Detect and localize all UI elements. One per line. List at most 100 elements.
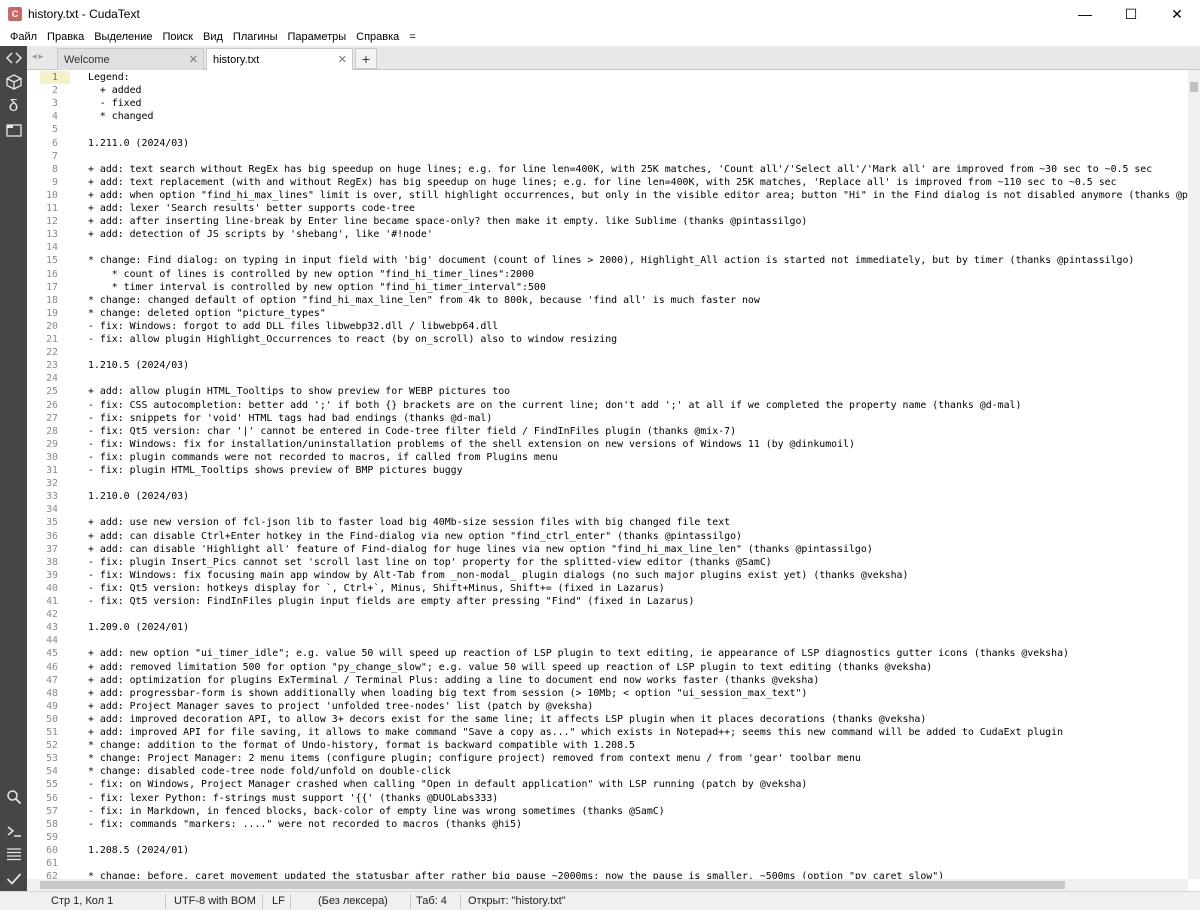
editor[interactable]: 1 Legend: 2 + added 3 - fixed 4 * changed 5 6 1… — [27, 70, 1188, 879]
tab-close-icon[interactable]: ✕ — [189, 53, 198, 66]
editor-line[interactable]: 32 — [27, 477, 1188, 490]
tab-scroll-arrows-icon[interactable]: ◂▸ — [32, 51, 45, 62]
close-button[interactable]: ✕ — [1154, 0, 1200, 28]
menu-help[interactable]: Справка — [351, 31, 404, 43]
menu-view[interactable]: Вид — [198, 31, 228, 43]
editor-line[interactable]: 17 * timer interval is controlled by new… — [27, 281, 1188, 294]
editor-line[interactable]: 39 - fix: Windows: fix focusing main app … — [27, 569, 1188, 582]
horizontal-scrollbar[interactable] — [27, 879, 1188, 891]
lexer-status[interactable]: (Без лексера) — [318, 895, 388, 907]
snippets-icon[interactable]: δ — [4, 96, 23, 115]
editor-line[interactable]: 28 - fix: Qt5 version: char '|' cannot be… — [27, 425, 1188, 438]
editor-line[interactable]: 20 - fix: Windows: forgot to add DLL file… — [27, 320, 1188, 333]
editor-line[interactable]: 15 * change: Find dialog: on typing in in… — [27, 254, 1188, 267]
editor-line[interactable]: 43 1.209.0 (2024/01) — [27, 621, 1188, 634]
editor-line[interactable]: 30 - fix: plugin commands were not record… — [27, 451, 1188, 464]
editor-line[interactable]: 37 + add: can disable 'Highlight all' fea… — [27, 543, 1188, 556]
editor-line[interactable]: 24 — [27, 372, 1188, 385]
menu-bar: Файл Правка Выделение Поиск Вид Плагины … — [0, 28, 1200, 46]
editor-line[interactable]: 44 — [27, 634, 1188, 647]
encoding-status[interactable]: UTF-8 with BOM — [174, 895, 256, 907]
editor-line[interactable]: 10 + add: when option "find_hi_max_lines"… — [27, 189, 1188, 202]
editor-line[interactable]: 53 * change: Project Manager: 2 menu item… — [27, 752, 1188, 765]
editor-line[interactable]: 7 — [27, 150, 1188, 163]
console-icon[interactable] — [4, 821, 23, 840]
editor-line[interactable]: 12 + add: after inserting line-break by E… — [27, 215, 1188, 228]
editor-line[interactable]: 3 - fixed — [27, 97, 1188, 110]
editor-line[interactable]: 59 — [27, 831, 1188, 844]
tabs-list-icon[interactable] — [4, 120, 23, 139]
vertical-scrollbar-thumb[interactable] — [1190, 82, 1198, 92]
editor-line[interactable]: 35 + add: use new version of fcl-json lib… — [27, 516, 1188, 529]
menu-file[interactable]: Файл — [5, 31, 42, 43]
editor-line[interactable]: 18 * change: changed default of option "f… — [27, 294, 1188, 307]
menu-search[interactable]: Поиск — [158, 31, 198, 43]
editor-line[interactable]: 1 Legend: — [27, 71, 1188, 84]
editor-line[interactable]: 23 1.210.5 (2024/03) — [27, 359, 1188, 372]
editor-line[interactable]: 6 1.211.0 (2024/03) — [27, 137, 1188, 150]
editor-line[interactable]: 25 + add: allow plugin HTML_Tooltips to s… — [27, 385, 1188, 398]
editor-line[interactable]: 36 + add: can disable Ctrl+Enter hotkey i… — [27, 530, 1188, 543]
editor-line[interactable]: 38 - fix: plugin Insert_Pics cannot set '… — [27, 556, 1188, 569]
tab-welcome[interactable]: Welcome ✕ — [57, 48, 204, 70]
editor-line[interactable]: 34 — [27, 503, 1188, 516]
editor-line[interactable]: 16 * count of lines is controlled by new… — [27, 268, 1188, 281]
editor-line[interactable]: 21 - fix: allow plugin Highlight_Occurren… — [27, 333, 1188, 346]
minimize-button[interactable]: — — [1062, 0, 1108, 28]
editor-line[interactable]: 31 - fix: plugin HTML_Tooltips shows prev… — [27, 464, 1188, 477]
menu-edit[interactable]: Правка — [42, 31, 89, 43]
vertical-scrollbar[interactable] — [1188, 70, 1200, 879]
caret-position[interactable]: Стр 1, Кол 1 — [51, 895, 113, 907]
output-icon[interactable] — [4, 844, 23, 863]
editor-line[interactable]: 11 + add: lexer 'Search results' better s… — [27, 202, 1188, 215]
editor-line[interactable]: 46 + add: removed limitation 500 for opti… — [27, 661, 1188, 674]
tab-history[interactable]: history.txt ✕ — [206, 48, 353, 71]
editor-line[interactable]: 51 + add: improved API for file saving, i… — [27, 726, 1188, 739]
maximize-button[interactable]: ☐ — [1108, 0, 1154, 28]
editor-line[interactable]: 49 + add: Project Manager saves to projec… — [27, 700, 1188, 713]
editor-line[interactable]: 41 - fix: Qt5 version: FindInFiles plugin… — [27, 595, 1188, 608]
menu-plugins[interactable]: Плагины — [228, 31, 283, 43]
validate-icon[interactable] — [4, 869, 23, 888]
search-icon[interactable] — [4, 787, 23, 806]
horizontal-scrollbar-thumb[interactable] — [40, 881, 1065, 889]
editor-line[interactable]: 4 * changed — [27, 110, 1188, 123]
editor-line[interactable]: 2 + added — [27, 84, 1188, 97]
editor-line[interactable]: 55 - fix: on Windows, Project Manager cra… — [27, 778, 1188, 791]
editor-line[interactable]: 13 + add: detection of JS scripts by 'she… — [27, 228, 1188, 241]
editor-line[interactable]: 22 — [27, 346, 1188, 359]
editor-line[interactable]: 40 - fix: Qt5 version: hotkeys display fo… — [27, 582, 1188, 595]
tab-close-icon[interactable]: ✕ — [338, 53, 347, 66]
editor-line[interactable]: 60 1.208.5 (2024/01) — [27, 844, 1188, 857]
editor-line[interactable]: 56 - fix: lexer Python: f-strings must su… — [27, 792, 1188, 805]
editor-line[interactable]: 54 * change: disabled code-tree node fold… — [27, 765, 1188, 778]
editor-line[interactable]: 48 + add: progressbar-form is shown addit… — [27, 687, 1188, 700]
editor-line[interactable]: 14 — [27, 241, 1188, 254]
editor-line[interactable]: 8 + add: text search without RegEx has bi… — [27, 163, 1188, 176]
editor-line[interactable]: 26 - fix: CSS autocompletion: better add … — [27, 399, 1188, 412]
editor-line[interactable]: 61 — [27, 857, 1188, 870]
code-tree-icon[interactable] — [4, 48, 23, 67]
editor-line[interactable]: 57 - fix: in Markdown, in fenced blocks, … — [27, 805, 1188, 818]
add-tab-button[interactable]: + — [355, 48, 377, 69]
editor-line[interactable]: 50 + add: improved decoration API, to all… — [27, 713, 1188, 726]
editor-line[interactable]: 29 - fix: Windows: fix for installation/u… — [27, 438, 1188, 451]
line-ending-status[interactable]: LF — [272, 895, 285, 907]
editor-line[interactable]: 19 * change: deleted option "picture_type… — [27, 307, 1188, 320]
editor-line[interactable]: 27 - fix: snippets for 'void' HTML tags h… — [27, 412, 1188, 425]
editor-line[interactable]: 62 * change: before, caret movement updat… — [27, 870, 1188, 879]
editor-line[interactable]: 33 1.210.0 (2024/03) — [27, 490, 1188, 503]
tab-size-status[interactable]: Таб: 4 — [416, 895, 447, 907]
project-icon[interactable] — [4, 72, 23, 91]
editor-line[interactable]: 58 - fix: commands "markers: ...." were n… — [27, 818, 1188, 831]
editor-line[interactable]: 9 + add: text replacement (with and witho… — [27, 176, 1188, 189]
menu-extra[interactable]: = — [404, 31, 420, 43]
line-number: 36 — [46, 530, 58, 542]
editor-line[interactable]: 5 — [27, 123, 1188, 136]
editor-line[interactable]: 52 * change: addition to the format of Un… — [27, 739, 1188, 752]
menu-options[interactable]: Параметры — [283, 31, 352, 43]
editor-line[interactable]: 42 — [27, 608, 1188, 621]
menu-selection[interactable]: Выделение — [89, 31, 157, 43]
editor-line[interactable]: 45 + add: new option "ui_timer_idle"; e.g… — [27, 647, 1188, 660]
editor-line[interactable]: 47 + add: optimization for plugins ExTerm… — [27, 674, 1188, 687]
